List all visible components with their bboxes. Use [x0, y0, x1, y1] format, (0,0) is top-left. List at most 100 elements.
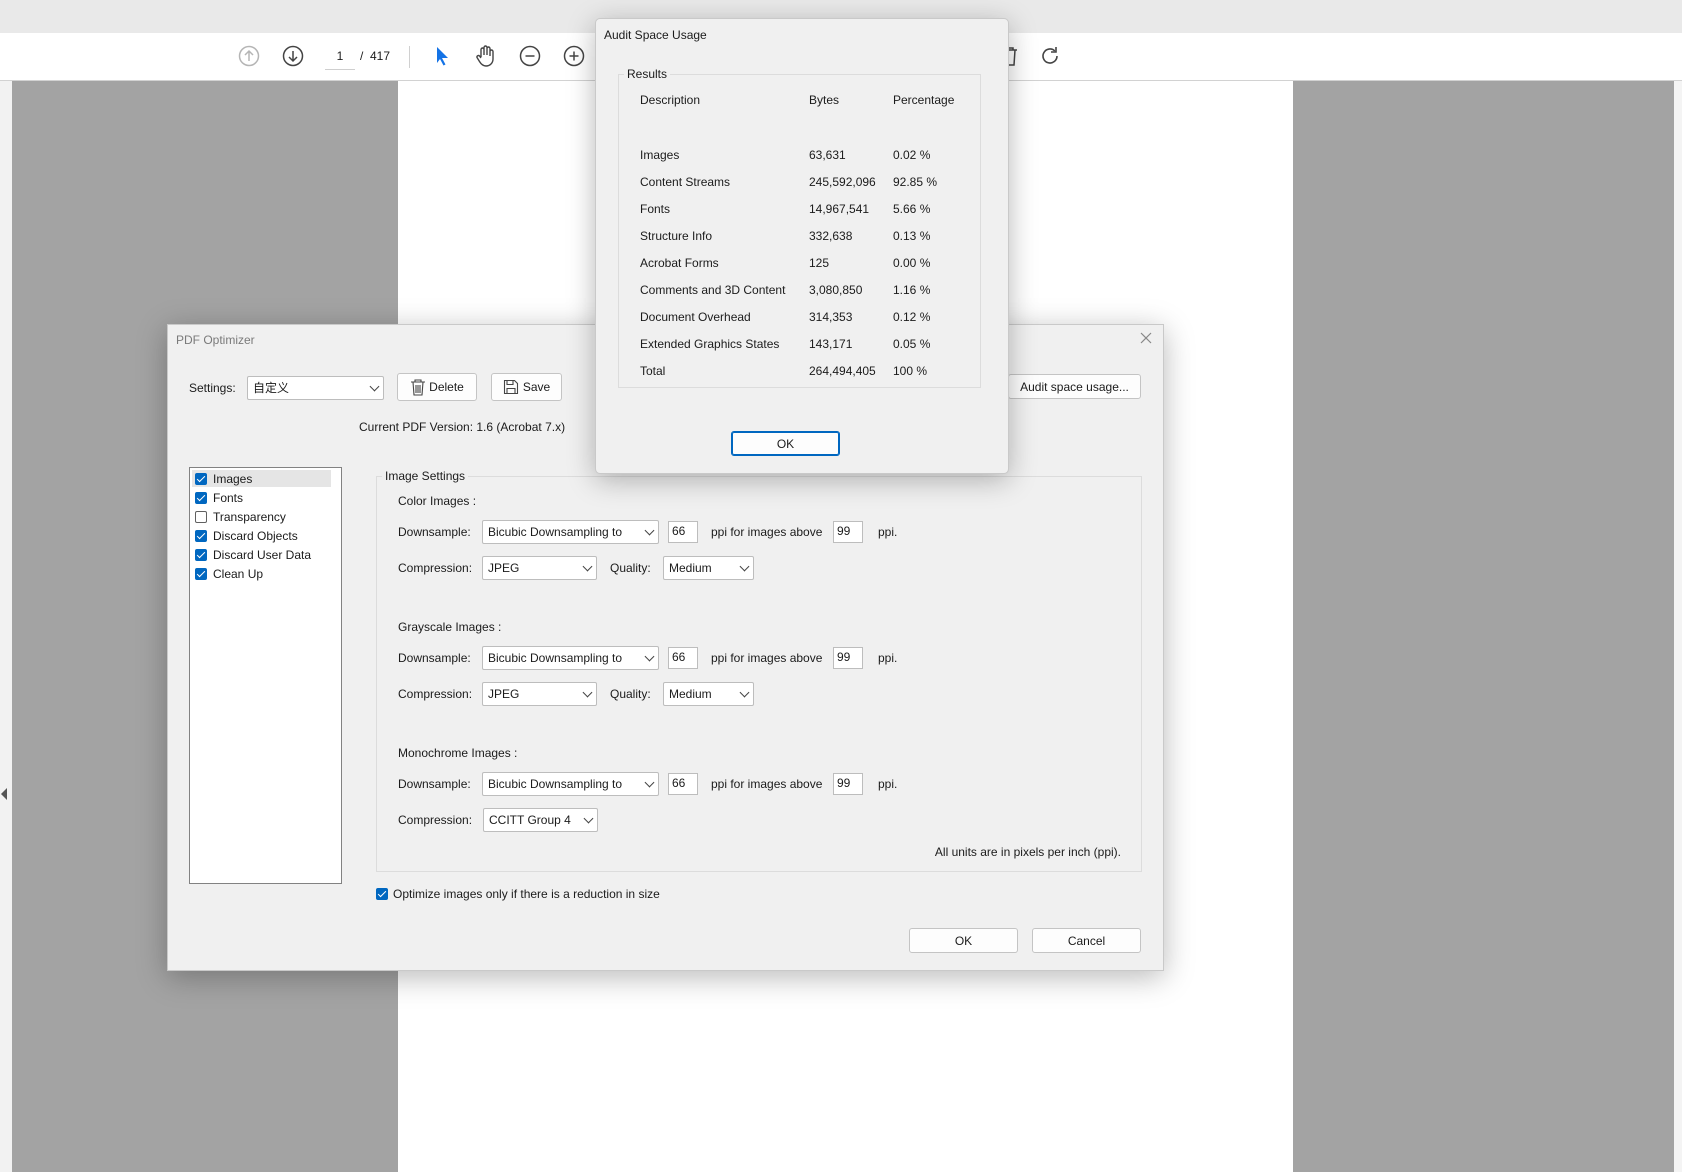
page-total: 417	[370, 49, 391, 63]
grayscale-quality-select[interactable]: Medium	[663, 682, 754, 706]
optimize-only-checkbox[interactable]	[376, 888, 388, 900]
color-ppi-suffix: ppi.	[878, 525, 898, 539]
close-icon[interactable]	[1139, 331, 1153, 348]
row-bytes: 63,631	[809, 148, 846, 162]
delete-button[interactable]: Delete	[397, 373, 477, 401]
monochrome-downsample-label: Downsample:	[398, 777, 471, 791]
row-percentage: 5.66 %	[893, 202, 931, 216]
row-percentage: 1.16 %	[893, 283, 931, 297]
row-bytes: 264,494,405	[809, 364, 876, 378]
row-bytes: 245,592,096	[809, 175, 876, 189]
header-percentage: Percentage	[893, 93, 955, 107]
optimize-only-option[interactable]: Optimize images only if there is a reduc…	[376, 887, 676, 903]
color-above-input[interactable]: 99	[833, 521, 863, 543]
select-cursor-icon[interactable]	[429, 43, 455, 69]
category-checkbox[interactable]	[195, 530, 207, 542]
row-bytes: 143,171	[809, 337, 853, 351]
save-disk-icon	[503, 379, 518, 395]
row-percentage: 100 %	[893, 364, 928, 378]
row-percentage: 0.12 %	[893, 310, 931, 324]
row-description: Content Streams	[640, 175, 731, 189]
row-description: Images	[640, 148, 680, 162]
monochrome-above-input[interactable]: 99	[833, 773, 863, 795]
grayscale-ppi-input[interactable]: 66	[668, 647, 698, 669]
zoom-out-icon[interactable]	[517, 43, 543, 69]
row-description: Structure Info	[640, 229, 713, 243]
category-label: Discard Objects	[213, 529, 298, 543]
monochrome-compression-label: Compression:	[398, 813, 473, 827]
color-quality-value: Medium	[669, 561, 712, 575]
table-row: Structure Info 332,638 0.13 %	[619, 229, 980, 245]
results-legend: Results	[624, 67, 671, 81]
audit-ok-button[interactable]: OK	[731, 431, 840, 456]
grayscale-compression-select[interactable]: JPEG	[482, 682, 597, 706]
category-label: Images	[213, 472, 253, 486]
grayscale-downsample-value: Bicubic Downsampling to	[488, 651, 623, 665]
row-percentage: 0.00 %	[893, 256, 931, 270]
grayscale-quality-label: Quality:	[610, 687, 651, 701]
category-checkbox[interactable]	[195, 549, 207, 561]
save-button[interactable]: Save	[491, 373, 562, 401]
ok-button[interactable]: OK	[909, 928, 1018, 953]
grayscale-quality-value: Medium	[669, 687, 712, 701]
color-downsample-value: Bicubic Downsampling to	[488, 525, 623, 539]
hand-tool-icon[interactable]	[473, 43, 499, 69]
category-checkbox[interactable]	[195, 492, 207, 504]
right-side-rail	[1674, 81, 1682, 1172]
row-percentage: 0.05 %	[893, 337, 931, 351]
row-description: Fonts	[640, 202, 671, 216]
monochrome-compression-select[interactable]: CCITT Group 4	[483, 808, 598, 832]
color-ppi-input[interactable]: 66	[668, 521, 698, 543]
settings-select[interactable]: 自定义	[247, 376, 384, 400]
header-description: Description	[640, 93, 701, 107]
rotate-icon[interactable]	[1037, 43, 1063, 69]
color-compression-select[interactable]: JPEG	[482, 556, 597, 580]
row-description: Comments and 3D Content	[640, 283, 786, 297]
row-bytes: 3,080,850	[809, 283, 863, 297]
cancel-button[interactable]: Cancel	[1032, 928, 1141, 953]
dialog-title: Audit Space Usage	[604, 28, 707, 42]
grayscale-above-input[interactable]: 99	[833, 647, 863, 669]
category-label: Discard User Data	[213, 548, 312, 562]
color-quality-select[interactable]: Medium	[663, 556, 754, 580]
category-checkbox[interactable]	[195, 568, 207, 580]
prev-page-icon[interactable]	[236, 43, 262, 69]
color-compression-label: Compression:	[398, 561, 473, 575]
row-percentage: 92.85 %	[893, 175, 938, 189]
category-checkbox[interactable]	[195, 511, 207, 523]
monochrome-downsample-select[interactable]: Bicubic Downsampling to	[482, 772, 659, 796]
save-button-label: Save	[522, 380, 551, 394]
row-bytes: 125	[809, 256, 830, 270]
color-compression-value: JPEG	[488, 561, 520, 575]
row-bytes: 14,967,541	[809, 202, 870, 216]
category-list: Images Fonts Transparency Discard Object…	[189, 467, 342, 884]
collapse-panel-icon[interactable]	[1, 788, 7, 800]
monochrome-images-heading: Monochrome Images :	[398, 746, 518, 760]
chevron-down-icon	[644, 651, 655, 662]
chevron-down-icon	[582, 561, 593, 572]
zoom-in-icon[interactable]	[561, 43, 587, 69]
chevron-down-icon	[369, 381, 380, 392]
monochrome-ppi-suffix: ppi.	[878, 777, 898, 791]
monochrome-compression-value: CCITT Group 4	[489, 813, 571, 827]
audit-space-usage-button[interactable]: Audit space usage...	[1008, 374, 1141, 399]
monochrome-ppi-input[interactable]: 66	[668, 773, 698, 795]
row-description: Document Overhead	[640, 310, 751, 324]
category-label: Clean Up	[213, 567, 264, 581]
chevron-down-icon	[739, 687, 750, 698]
grayscale-images-heading: Grayscale Images :	[398, 620, 502, 634]
settings-label: Settings:	[189, 381, 236, 395]
category-checkbox[interactable]	[195, 473, 207, 485]
grayscale-compression-value: JPEG	[488, 687, 520, 701]
grayscale-downsample-select[interactable]: Bicubic Downsampling to	[482, 646, 659, 670]
page-number-input[interactable]: 1	[325, 43, 355, 70]
dialog-title: PDF Optimizer	[176, 333, 255, 347]
row-bytes: 314,353	[809, 310, 853, 324]
next-page-icon[interactable]	[280, 43, 306, 69]
table-row: Fonts 14,967,541 5.66 %	[619, 202, 980, 218]
row-bytes: 332,638	[809, 229, 853, 243]
color-downsample-select[interactable]: Bicubic Downsampling to	[482, 520, 659, 544]
row-percentage: 0.02 %	[893, 148, 931, 162]
table-row: Acrobat Forms 125 0.00 %	[619, 256, 980, 272]
image-settings-legend: Image Settings	[382, 469, 469, 483]
